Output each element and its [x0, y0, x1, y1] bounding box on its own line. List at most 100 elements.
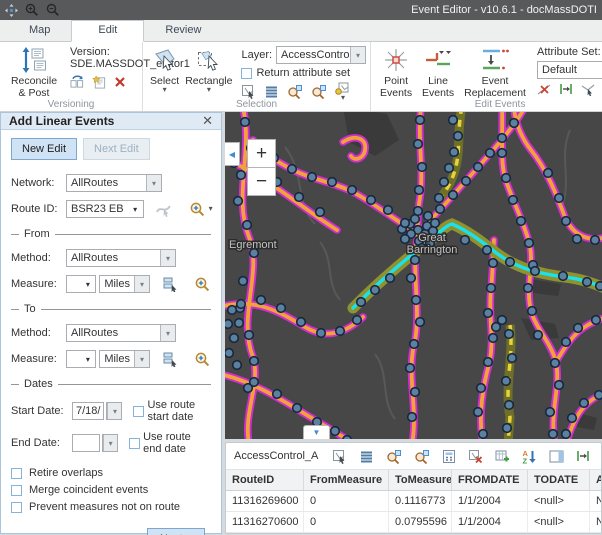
to-measure-combo[interactable]: ▾ [66, 350, 96, 368]
select-on-map-icon[interactable] [241, 84, 256, 99]
column-header-fromdate[interactable]: FROMDATE [452, 470, 528, 490]
ribbon-tabs: Map Edit Review [0, 20, 602, 42]
zoom-in-icon[interactable] [25, 3, 39, 17]
zoom-to-selected-icon[interactable] [287, 84, 303, 99]
group-selection: Select ▾ Rectangle ▾ Layer: AccessContro… [143, 42, 371, 111]
pan-icon[interactable] [5, 4, 18, 17]
zoom-out-icon[interactable] [46, 3, 60, 17]
prevent-measures-label: Prevent measures not on route [29, 501, 180, 513]
merge-coincident-events-checkbox[interactable] [11, 485, 22, 496]
select-button[interactable]: Select ▾ [147, 45, 182, 95]
add-record-icon[interactable] [495, 449, 510, 464]
delete-version-icon[interactable] [114, 76, 126, 88]
tab-map[interactable]: Map [8, 20, 71, 41]
table-cell: 0 [304, 491, 389, 511]
select-route-on-map-icon[interactable] [155, 201, 172, 217]
to-measure-on-map-icon[interactable] [163, 351, 179, 367]
return-attribute-set-label: Return attribute set [256, 67, 350, 79]
table-cell: 11316270600 [226, 512, 304, 532]
clear-selection-icon[interactable] [468, 449, 483, 464]
pan-to-record-icon[interactable] [414, 449, 430, 464]
layer-select[interactable]: AccessControl_A ▾ [276, 46, 366, 64]
to-unit-select[interactable]: Miles ▾ [99, 350, 150, 368]
column-header-accesscontrol[interactable]: ACCESSCONTROL [590, 470, 602, 490]
resize-columns-icon[interactable] [576, 449, 590, 463]
merge-coincident-events-label: Merge coincident events [29, 484, 148, 496]
rectangle-tool-icon [196, 47, 222, 73]
attribute-panel-icon[interactable] [549, 450, 564, 463]
select-records-icon[interactable] [332, 449, 347, 464]
event-replacement-button[interactable]: Event Replacement [459, 45, 531, 101]
tab-edit[interactable]: Edit [71, 20, 144, 42]
group-caption: Selection [143, 99, 370, 110]
show-selected-records-icon[interactable] [264, 84, 279, 99]
refresh-version-icon[interactable] [70, 75, 85, 89]
svg-text:Barrington: Barrington [407, 244, 458, 256]
reconcile-post-button[interactable]: Reconcile & Post [4, 45, 64, 101]
route-id-combo[interactable]: BSR23 EB ▾ [66, 200, 144, 218]
prevent-measures-checkbox[interactable] [11, 502, 22, 513]
point-events-button[interactable]: Point Events [375, 45, 417, 101]
zoom-to-record-icon[interactable] [386, 449, 402, 464]
column-header-routeid[interactable]: RouteID [226, 470, 304, 490]
to-unit-value: Miles [100, 353, 134, 365]
tab-review[interactable]: Review [144, 20, 222, 41]
end-date-input[interactable] [72, 434, 100, 452]
from-unit-select[interactable]: Miles ▾ [99, 275, 150, 293]
select-tool-icon [152, 47, 178, 73]
show-all-records-icon[interactable] [359, 449, 374, 464]
chevron-down-icon[interactable]: ▾ [209, 206, 213, 212]
from-method-label: Method: [11, 252, 63, 264]
new-version-icon[interactable] [92, 75, 107, 89]
column-header-tomeasure[interactable]: ToMeasure [389, 470, 452, 490]
use-route-end-date-checkbox[interactable] [129, 438, 140, 449]
use-route-start-date-checkbox[interactable] [133, 406, 144, 417]
line-events-button[interactable]: Line Events [417, 45, 459, 101]
event-replacement-label: Event Replacement [462, 75, 528, 99]
table-toolbar: AccessControl_A [226, 443, 601, 470]
table-tab-label[interactable]: AccessControl_A [234, 450, 318, 462]
zoom-to-route-icon[interactable] [189, 201, 206, 217]
retire-overlaps-checkbox[interactable] [11, 468, 22, 479]
map-zoom-out-button[interactable]: − [247, 167, 276, 196]
sort-records-icon[interactable]: AZ [522, 449, 537, 464]
from-measure-on-map-icon[interactable] [163, 276, 179, 292]
dates-divider-label: Dates [24, 378, 53, 390]
collapse-panel-button[interactable]: ◀ [225, 142, 240, 166]
map-canvas[interactable]: EgremontGreatBarrington ◀ + − ▼ [225, 112, 602, 439]
split-event-icon[interactable] [537, 82, 551, 96]
attribute-set-select[interactable]: Default ▾ [537, 61, 602, 79]
column-header-todate[interactable]: TODATE [528, 470, 590, 490]
table-row[interactable]: 1131627060000.07955961/1/2004<null>No [226, 512, 601, 533]
collapse-table-button[interactable]: ▼ [303, 425, 330, 439]
from-method-select[interactable]: AllRoutes ▾ [66, 249, 176, 267]
to-method-select[interactable]: AllRoutes ▾ [66, 324, 176, 342]
next-button[interactable]: Next > [147, 528, 205, 535]
column-header-frommeasure[interactable]: FromMeasure [304, 470, 389, 490]
start-date-input[interactable]: 7/18/ [72, 402, 104, 420]
to-measure-label: Measure: [11, 353, 63, 365]
point-events-icon [383, 47, 409, 73]
end-date-picker[interactable]: ▾ [102, 434, 118, 452]
rectangle-button[interactable]: Rectangle ▾ [182, 45, 235, 95]
table-cell: 1/1/2004 [452, 491, 528, 511]
merge-events-icon[interactable] [581, 82, 595, 96]
table-row[interactable]: 1131626960000.11167731/1/2004<null>No [226, 491, 601, 512]
from-measure-combo[interactable]: ▾ [66, 275, 96, 293]
from-measure-label: Measure: [11, 278, 63, 290]
from-zoom-icon[interactable] [194, 276, 211, 292]
next-edit-button[interactable]: Next Edit [83, 138, 150, 160]
return-attribute-set-checkbox[interactable] [241, 68, 252, 79]
new-edit-button[interactable]: New Edit [11, 138, 77, 160]
map-zoom-in-button[interactable]: + [247, 139, 276, 168]
route-id-value: BSR23 EB [67, 203, 128, 215]
resize-event-icon[interactable] [559, 82, 573, 96]
close-icon[interactable]: ✕ [202, 113, 213, 129]
pan-to-selected-icon[interactable] [311, 84, 327, 99]
group-caption: Edit Events [371, 99, 602, 110]
use-route-end-date-label: Use route end date [143, 431, 211, 455]
network-select[interactable]: AllRoutes ▾ [66, 174, 162, 192]
start-date-picker[interactable]: ▾ [106, 402, 122, 420]
to-zoom-icon[interactable] [194, 351, 211, 367]
field-calculator-icon[interactable] [442, 449, 456, 464]
